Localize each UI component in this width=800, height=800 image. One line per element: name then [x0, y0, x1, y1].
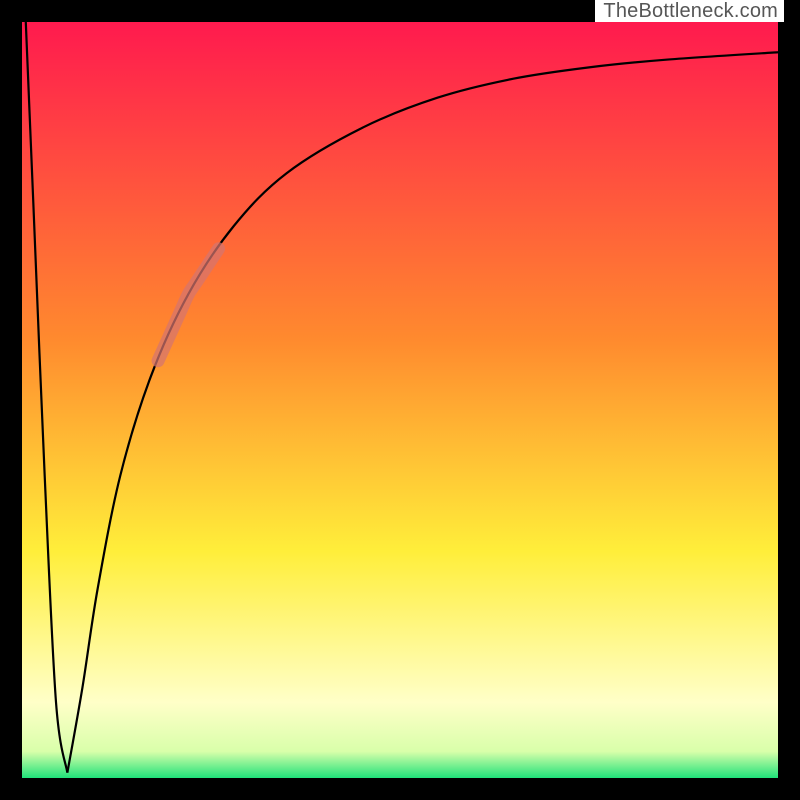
watermark-text: TheBottleneck.com — [595, 0, 784, 22]
gradient-background — [22, 22, 778, 778]
chart-frame: TheBottleneck.com — [0, 0, 800, 800]
chart-svg — [22, 22, 778, 778]
plot-area — [22, 22, 778, 778]
